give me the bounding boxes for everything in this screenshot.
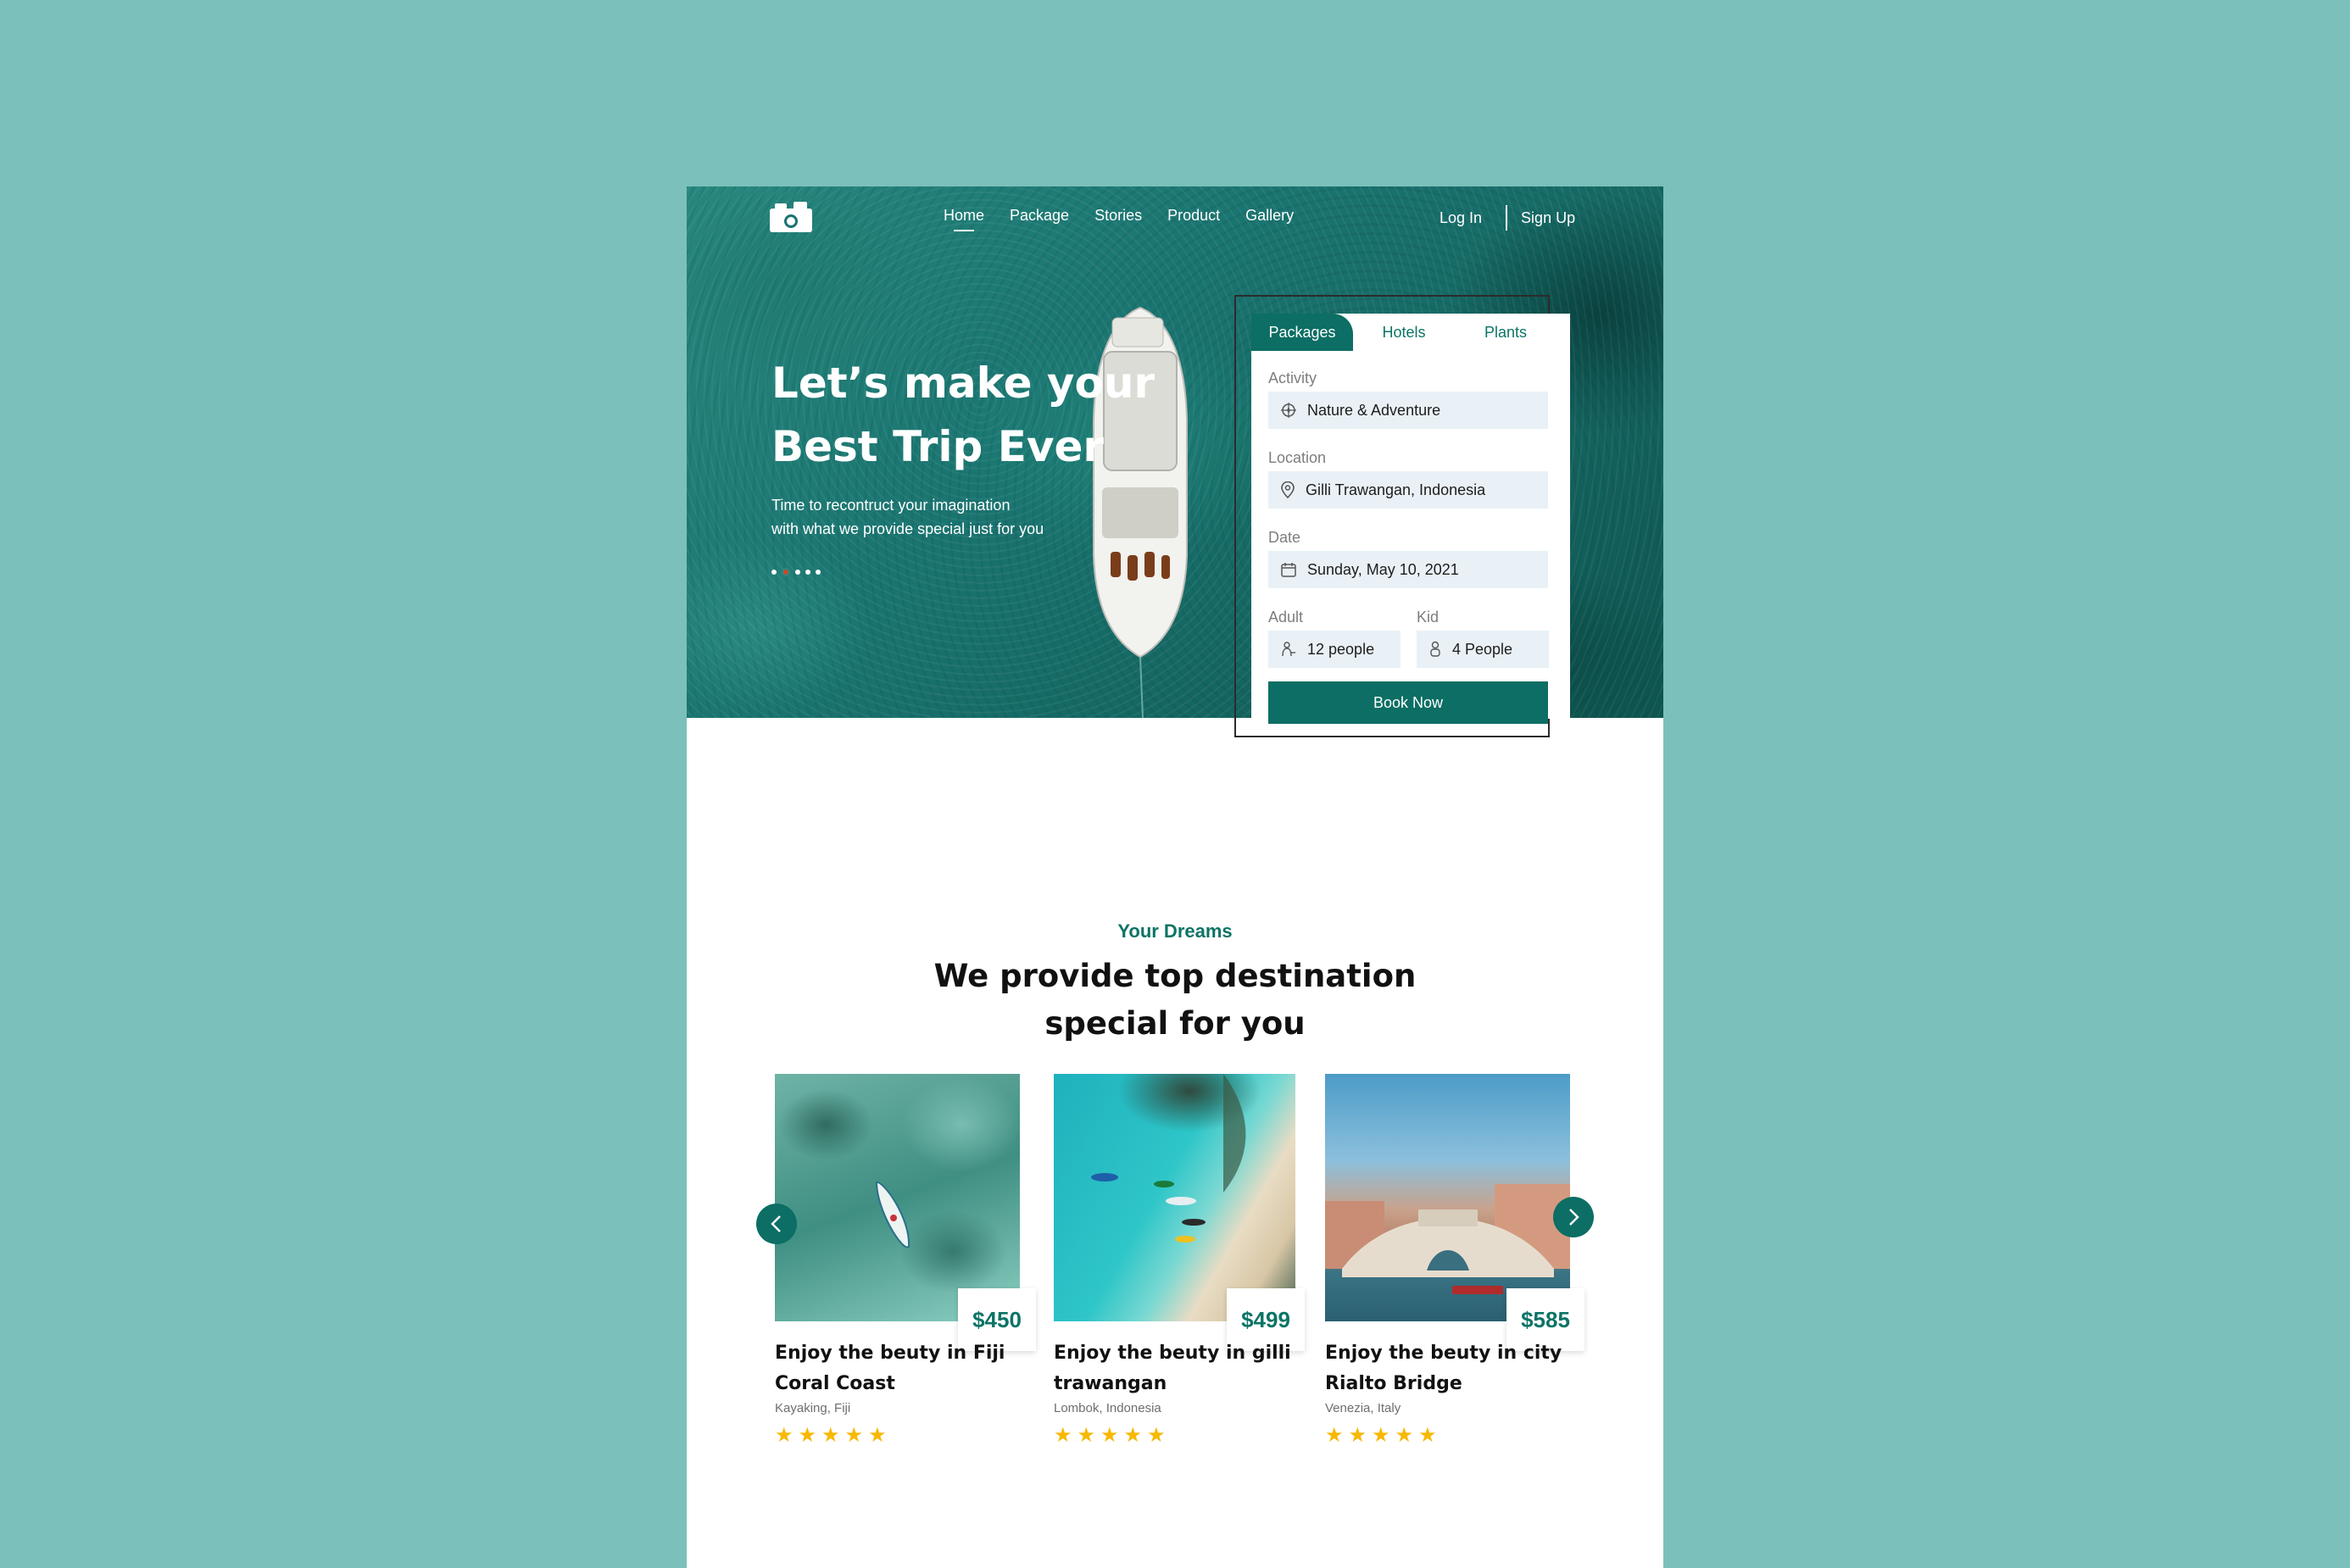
star-icon: ★ xyxy=(1147,1423,1166,1447)
tab-packages[interactable]: Packages xyxy=(1251,314,1353,351)
star-icon: ★ xyxy=(1054,1423,1072,1447)
carousel-dot[interactable] xyxy=(795,570,800,575)
carousel-dot[interactable] xyxy=(771,570,777,575)
destination-photo xyxy=(775,1074,1020,1321)
kid-field[interactable]: 4 People xyxy=(1417,631,1549,668)
activity-value: Nature & Adventure xyxy=(1307,401,1441,419)
carousel-next-button[interactable] xyxy=(1553,1197,1594,1237)
compass-icon xyxy=(1281,403,1296,418)
nav-home[interactable]: Home xyxy=(944,207,984,231)
star-icon: ★ xyxy=(844,1423,864,1447)
destination-photo xyxy=(1054,1074,1295,1321)
adult-icon xyxy=(1282,642,1295,657)
destination-title: Enjoy the beuty in gilli trawangan xyxy=(1054,1338,1300,1399)
signup-link[interactable]: Sign Up xyxy=(1521,209,1575,227)
star-icon: ★ xyxy=(1077,1423,1096,1447)
location-field[interactable]: Gilli Trawangan, Indonesia xyxy=(1268,471,1548,509)
star-icon: ★ xyxy=(798,1423,817,1447)
kid-icon xyxy=(1430,641,1440,657)
rialto-bridge-image xyxy=(1325,1184,1570,1294)
star-icon: ★ xyxy=(1325,1423,1344,1447)
carousel-dot[interactable] xyxy=(805,570,810,575)
star-icon: ★ xyxy=(1123,1423,1143,1447)
chevron-right-icon xyxy=(1569,1209,1579,1226)
star-icon: ★ xyxy=(821,1423,840,1447)
carousel-dots xyxy=(771,568,821,576)
rating-stars: ★ ★ ★ ★ ★ xyxy=(1054,1425,1166,1445)
destination-card[interactable]: $450 Enjoy the beuty in Fiji Coral Coast… xyxy=(775,1074,1036,1445)
map-pin-icon xyxy=(1281,481,1295,498)
destination-carousel: $450 Enjoy the beuty in Fiji Coral Coast… xyxy=(687,1074,1663,1481)
destination-location: Kayaking, Fiji xyxy=(775,1401,851,1415)
destination-title: Enjoy the beuty in Fiji Coral Coast xyxy=(775,1338,1021,1399)
adult-field[interactable]: 12 people xyxy=(1268,631,1401,668)
nav-product[interactable]: Product xyxy=(1167,207,1220,230)
section-kicker: Your Dreams xyxy=(1117,920,1233,942)
section-heading: We provide top destination special for y… xyxy=(687,953,1663,1048)
destination-card[interactable]: $499 Enjoy the beuty in gilli trawangan … xyxy=(1054,1074,1305,1445)
destination-title-line2: Coral Coast xyxy=(775,1373,895,1394)
hero-title-line1: Let’s make your xyxy=(771,359,1156,408)
chevron-left-icon xyxy=(771,1215,781,1232)
destination-photo xyxy=(1325,1074,1570,1321)
hero-title-line2: Best Trip Ever xyxy=(771,422,1105,471)
camera-icon[interactable] xyxy=(768,200,814,234)
section-heading-line1: We provide top destination xyxy=(933,958,1417,994)
activity-field[interactable]: Nature & Adventure xyxy=(1268,392,1548,429)
hero-subtitle-line1: Time to recontruct your imagination xyxy=(771,497,1011,514)
location-label: Location xyxy=(1268,449,1327,466)
star-icon: ★ xyxy=(1372,1423,1390,1447)
date-label: Date xyxy=(1268,529,1301,546)
hero-subtitle-line2: with what we provide special just for yo… xyxy=(771,520,1044,537)
hero-subtitle: Time to recontruct your imagination with… xyxy=(771,493,1111,541)
section-heading-line2: special for you xyxy=(1044,1005,1306,1042)
nav-stories[interactable]: Stories xyxy=(1094,207,1142,230)
activity-label: Activity xyxy=(1268,370,1317,386)
adult-label: Adult xyxy=(1268,609,1304,626)
login-link[interactable]: Log In xyxy=(1440,209,1482,227)
destination-card[interactable]: $585 Enjoy the beuty in city Rialto Brid… xyxy=(1325,1074,1584,1445)
destination-title-line1: Enjoy the beuty in Fiji xyxy=(775,1343,1005,1364)
carousel-prev-button[interactable] xyxy=(756,1204,797,1244)
destination-title-line2: Rialto Bridge xyxy=(1325,1373,1462,1394)
destination-title-line1: Enjoy the beuty in gilli xyxy=(1054,1343,1291,1364)
tab-plants[interactable]: Plants xyxy=(1455,314,1556,351)
booking-card: Packages Hotels Plants Activity Nature &… xyxy=(1251,314,1570,724)
date-value: Sunday, May 10, 2021 xyxy=(1307,560,1459,578)
hero-title: Let’s make your Best Trip Ever xyxy=(771,352,1161,479)
book-now-button[interactable]: Book Now xyxy=(1268,681,1548,724)
nav-gallery[interactable]: Gallery xyxy=(1245,207,1294,230)
location-value: Gilli Trawangan, Indonesia xyxy=(1306,481,1486,498)
main-nav: Home Package Stories Product Gallery xyxy=(944,207,1294,231)
boats-image xyxy=(1091,1074,1246,1243)
auth-divider xyxy=(1506,205,1508,231)
destination-title-line1: Enjoy the beuty in city xyxy=(1325,1343,1562,1364)
star-icon: ★ xyxy=(868,1423,887,1447)
kayak-image xyxy=(875,1182,910,1248)
calendar-icon xyxy=(1281,563,1296,577)
destination-title-line2: trawangan xyxy=(1054,1373,1167,1394)
tab-hotels[interactable]: Hotels xyxy=(1353,314,1455,351)
rating-stars: ★ ★ ★ ★ ★ xyxy=(1325,1425,1437,1445)
rating-stars: ★ ★ ★ ★ ★ xyxy=(775,1425,887,1445)
kid-value: 4 People xyxy=(1452,640,1513,658)
star-icon: ★ xyxy=(1395,1423,1414,1447)
nav-package[interactable]: Package xyxy=(1010,207,1069,230)
date-field[interactable]: Sunday, May 10, 2021 xyxy=(1268,551,1548,588)
star-icon: ★ xyxy=(1100,1423,1119,1447)
carousel-dot-active[interactable] xyxy=(782,568,790,576)
destination-location: Venezia, Italy xyxy=(1325,1401,1401,1415)
booking-tabs: Packages Hotels Plants xyxy=(1251,314,1570,351)
adult-value: 12 people xyxy=(1307,640,1375,658)
landing-page: Home Package Stories Product Gallery Log… xyxy=(687,186,1663,1568)
star-icon: ★ xyxy=(1418,1423,1437,1447)
carousel-dot[interactable] xyxy=(816,570,821,575)
destination-location: Lombok, Indonesia xyxy=(1054,1401,1161,1415)
star-icon: ★ xyxy=(1348,1423,1367,1447)
kid-label: Kid xyxy=(1417,609,1440,626)
star-icon: ★ xyxy=(775,1423,794,1447)
auth-links: Log In Sign Up xyxy=(1440,205,1575,231)
destination-title: Enjoy the beuty in city Rialto Bridge xyxy=(1325,1338,1571,1399)
